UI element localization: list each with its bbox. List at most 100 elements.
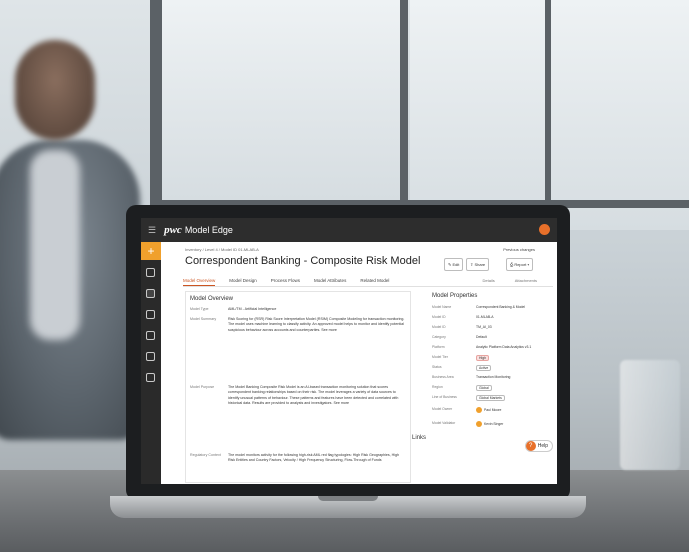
row-value: The Model Banking Composite Risk Model i…: [228, 385, 399, 405]
tab-process-flows[interactable]: Process Flows: [271, 278, 300, 286]
side-rail: +: [141, 242, 161, 484]
overview-row: Model Type AML/TM - Artificial Intellige…: [190, 307, 406, 312]
previous-changes-link[interactable]: Previous changes: [503, 247, 535, 252]
row-value: Risk Scoring for (RSR) Risk Score Interp…: [228, 317, 405, 332]
prop-value: Transaction Monitoring: [476, 375, 511, 379]
property-row: Model Validator Kevin Singer: [432, 421, 547, 427]
app-name: Model Edge: [184, 225, 233, 235]
property-row: Model ID 01-MLAB-A: [432, 315, 547, 319]
property-row: Business Area Transaction Monitoring: [432, 375, 547, 379]
list-icon[interactable]: [146, 331, 155, 340]
share-label: Share: [474, 262, 486, 267]
prop-key: Platform: [432, 345, 445, 349]
property-row: Category Default: [432, 335, 547, 339]
owner-avatar: [476, 407, 482, 413]
property-row: Model Owner Paul Moore: [432, 407, 547, 413]
prop-key: Model Owner: [432, 407, 453, 411]
overview-title: Model Overview: [190, 296, 234, 302]
window-frame: [400, 0, 408, 230]
help-label: Help: [537, 443, 548, 449]
property-row: Model Tier High: [432, 355, 547, 361]
status-badge: Active: [476, 365, 492, 371]
report-button[interactable]: ⎙ Report ▾: [506, 258, 534, 271]
help-button[interactable]: ? Help: [524, 440, 553, 452]
prop-key: Model Validator: [432, 421, 456, 425]
user-avatar[interactable]: [539, 224, 550, 235]
breadcrumb[interactable]: Inventory / Level 4 / Model ID 01-MLAB-A: [185, 247, 259, 252]
validator-avatar: [476, 421, 482, 427]
properties-title: Model Properties: [432, 293, 478, 299]
tab-divider: [183, 286, 553, 287]
help-icon: ?: [525, 441, 536, 451]
validator-value[interactable]: Kevin Singer: [476, 421, 503, 427]
laptop-notch: [318, 496, 378, 501]
region-badge: Global: [476, 385, 492, 391]
edit-label: Edit: [452, 262, 460, 267]
owner-value[interactable]: Paul Moore: [476, 407, 501, 413]
row-key: Model Summary: [190, 317, 217, 321]
window-frame: [150, 0, 162, 230]
prop-value: 01-MLAB-A: [476, 315, 494, 319]
prop-key: Model Name: [432, 305, 452, 309]
links-title: Links: [412, 435, 427, 441]
tab-related-model[interactable]: Related Model: [360, 278, 389, 286]
row-key: Regulatory Context: [190, 453, 221, 457]
laptop-screen: ☰ pwc Model Edge + Inventory / Level 4 /…: [141, 218, 557, 484]
tab-model-design[interactable]: Model Design: [229, 278, 257, 286]
detail-tabs: Details Attachments: [483, 278, 537, 283]
property-row: Model Name Correspondent Banking & Model: [432, 305, 547, 309]
tab-model-overview[interactable]: Model Overview: [183, 278, 216, 286]
model-properties-panel: Model Properties Model Name Correspondent…: [429, 291, 549, 481]
share-button[interactable]: ⇪ Share: [466, 258, 490, 271]
prop-value: Default: [476, 335, 487, 339]
trend-icon[interactable]: [146, 373, 155, 382]
prop-key: Model Tier: [432, 355, 448, 359]
page-title: Correspondent Banking - Composite Risk M…: [185, 255, 421, 267]
row-key: Model Type: [190, 307, 209, 311]
app-header: ☰ pwc Model Edge: [141, 218, 557, 242]
menu-icon[interactable]: ☰: [148, 225, 156, 236]
lob-badge: Global Markets: [476, 395, 505, 401]
person-head: [15, 40, 95, 140]
validator-name: Kevin Singer: [484, 421, 504, 426]
prop-value: Correspondent Banking & Model: [476, 305, 526, 309]
add-icon[interactable]: +: [141, 242, 161, 260]
overview-row: Regulatory Context The model monitors ac…: [190, 453, 406, 464]
prop-key: Model ID: [432, 315, 446, 319]
tab-bar: Model Overview Model Design Process Flow…: [183, 278, 389, 286]
property-row: Region Global: [432, 385, 547, 391]
property-row: Line of Business Global Markets: [432, 395, 547, 401]
property-row: Model ID TM_AI_03: [432, 325, 547, 329]
model-overview-panel: Model Overview Model Type AML/TM - Artif…: [185, 291, 411, 483]
pwc-logo: pwc: [164, 224, 182, 236]
owner-name: Paul Moore: [484, 407, 502, 412]
prop-key: Line of Business: [432, 395, 457, 399]
inventory-icon[interactable]: [146, 289, 155, 298]
edit-button[interactable]: ✎ Edit: [444, 258, 464, 271]
tab-attachments[interactable]: Attachments: [515, 278, 537, 283]
row-key: Model Purpose: [190, 385, 215, 389]
property-row: Status Active: [432, 365, 547, 371]
prop-key: Status: [432, 365, 442, 369]
tier-badge: High: [476, 355, 489, 361]
chart-icon[interactable]: [146, 310, 155, 319]
home-icon[interactable]: [146, 268, 155, 277]
tab-model-attributes[interactable]: Model Attributes: [314, 278, 346, 286]
row-value: The model monitors activity for the foll…: [228, 453, 400, 463]
property-row: Platform Analytic Platform Data Analytics…: [432, 345, 547, 349]
prop-key: Region: [432, 385, 443, 389]
tab-details[interactable]: Details: [483, 278, 495, 283]
person-shirt: [30, 150, 80, 340]
overview-row: Model Summary Risk Scoring for (RSR) Ris…: [190, 317, 406, 333]
report-label: Report: [514, 262, 527, 267]
prop-value: Analytic Platform Data Analytics v3.1: [476, 345, 532, 349]
prop-key: Category: [432, 335, 446, 339]
prop-value: TM_AI_03: [476, 325, 492, 329]
window-pane: [160, 0, 400, 200]
overview-row: Model Purpose The Model Banking Composit…: [190, 385, 406, 406]
row-value: AML/TM - Artificial Intelligence: [228, 307, 277, 311]
prop-key: Model ID: [432, 325, 446, 329]
report-icon[interactable]: [146, 352, 155, 361]
prop-key: Business Area: [432, 375, 454, 379]
main-content: Inventory / Level 4 / Model ID 01-MLAB-A…: [161, 242, 557, 484]
